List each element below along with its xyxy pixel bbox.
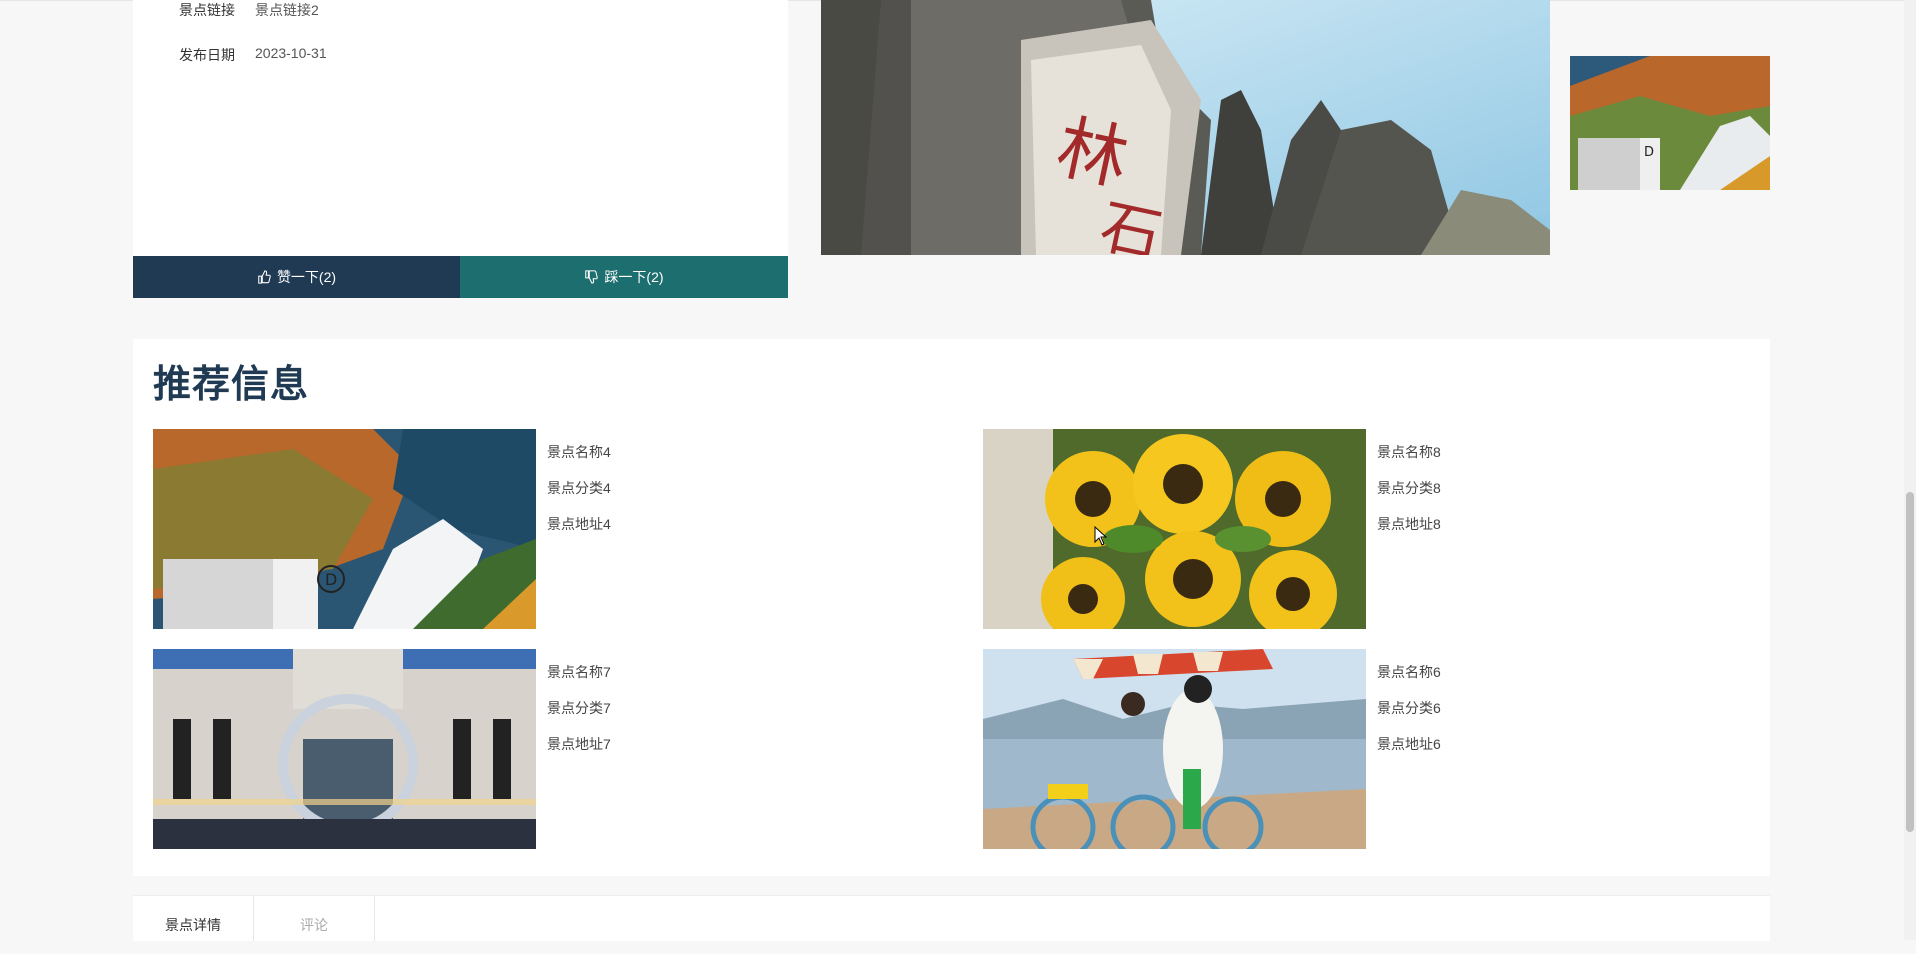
date-row: 发布日期 2023-10-31 bbox=[179, 45, 327, 65]
recommend-item-address: 景点地址6 bbox=[1377, 736, 1441, 752]
recommend-section: 推荐信息 D 景点名称4 景点分类4 景点地址4 景点名称8 景点分类8 景点地… bbox=[133, 339, 1770, 876]
recommend-item-category: 景点分类7 bbox=[547, 700, 611, 716]
recommend-item-address: 景点地址4 bbox=[547, 516, 611, 532]
dislike-button[interactable]: 踩一下(2) bbox=[460, 256, 788, 298]
mouse-cursor-icon bbox=[1094, 525, 1108, 551]
recommend-item-category: 景点分类6 bbox=[1377, 700, 1441, 716]
recommend-item-category: 景点分类4 bbox=[547, 480, 611, 496]
link-value[interactable]: 景点链接2 bbox=[255, 0, 319, 20]
link-label: 景点链接 bbox=[179, 2, 235, 18]
thumbs-up-icon bbox=[258, 270, 271, 284]
like-label: 赞一下(2) bbox=[276, 269, 337, 285]
tab-detail[interactable]: 景点详情 bbox=[133, 896, 254, 941]
recommend-image-building[interactable] bbox=[153, 649, 536, 849]
svg-text:D: D bbox=[325, 570, 337, 589]
recommend-item[interactable]: 景点名称7 景点分类7 景点地址7 bbox=[153, 649, 953, 849]
gallery-thumbnail[interactable]: D bbox=[1570, 56, 1770, 190]
recommend-item-name[interactable]: 景点名称7 bbox=[547, 654, 611, 690]
detail-tabs: 景点详情 评论 bbox=[133, 895, 1770, 941]
detail-info-card: 景点链接 景点链接2 发布日期 2023-10-31 bbox=[133, 0, 788, 256]
recommend-item-category: 景点分类8 bbox=[1377, 480, 1441, 496]
date-label: 发布日期 bbox=[179, 47, 235, 63]
like-button[interactable]: 赞一下(2) bbox=[133, 256, 460, 298]
link-row: 景点链接 景点链接2 bbox=[179, 0, 319, 20]
recommend-image-bicycle[interactable] bbox=[983, 649, 1366, 849]
recommend-item[interactable]: D 景点名称4 景点分类4 景点地址4 bbox=[153, 429, 953, 629]
tab-comments[interactable]: 评论 bbox=[254, 896, 375, 941]
scrollbar-thumb[interactable] bbox=[1906, 492, 1914, 832]
recommend-image-sunflowers[interactable] bbox=[983, 429, 1366, 629]
svg-text:D: D bbox=[1644, 145, 1654, 160]
recommend-item-address: 景点地址8 bbox=[1377, 516, 1441, 532]
recommend-item-name[interactable]: 景点名称6 bbox=[1377, 654, 1441, 690]
recommend-title: 推荐信息 bbox=[153, 362, 310, 406]
dislike-label: 踩一下(2) bbox=[604, 269, 664, 285]
recommend-item[interactable]: 景点名称6 景点分类6 景点地址6 bbox=[983, 649, 1783, 849]
main-attraction-image: 林 石 bbox=[821, 0, 1550, 255]
date-value: 2023-10-31 bbox=[255, 45, 327, 61]
recommend-item-address: 景点地址7 bbox=[547, 736, 611, 752]
thumbs-down-icon bbox=[585, 270, 599, 284]
recommend-item-name[interactable]: 景点名称8 bbox=[1377, 434, 1441, 470]
recommend-item-name[interactable]: 景点名称4 bbox=[547, 434, 611, 470]
recommend-image-mountain[interactable]: D bbox=[153, 429, 536, 629]
